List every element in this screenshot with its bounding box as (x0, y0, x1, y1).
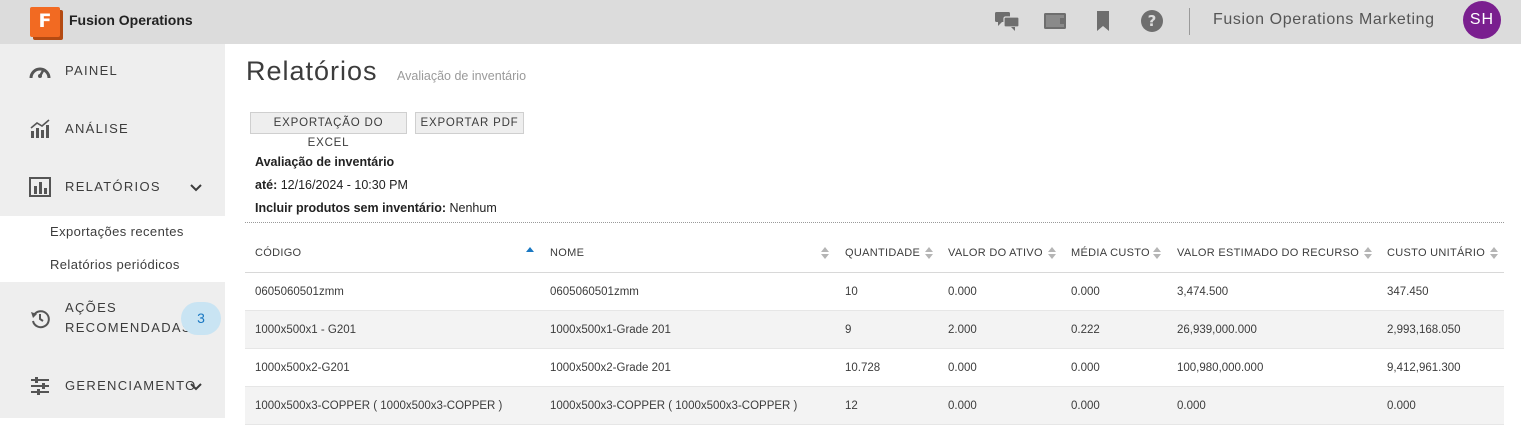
reports-submenu: Exportações recentes Relatórios periódic… (0, 216, 225, 282)
header-quantidade[interactable]: QUANTIDADE (845, 234, 920, 272)
header-valor-do-ativo[interactable]: VALOR DO ATIVO (948, 234, 1043, 272)
header-media-custo[interactable]: MÉDIA CUSTO (1071, 234, 1150, 272)
chevron-down-icon[interactable] (189, 181, 203, 195)
report-name-label: Avaliação de inventário (255, 155, 395, 169)
cell-media-custo: 0.000 (1071, 362, 1100, 374)
table-header-row: CÓDIGO NOME QUANTIDADE VALOR DO ATIVO MÉ… (245, 234, 1504, 273)
header-codigo[interactable]: CÓDIGO (255, 234, 301, 272)
sort-icon[interactable] (821, 246, 829, 260)
sidebar-item-label: GERENCIAMENTO (65, 378, 197, 393)
subnav-recent-exports[interactable]: Exportações recentes (50, 224, 184, 239)
organization-name[interactable]: Fusion Operations Marketing (1213, 11, 1435, 29)
cell-valor-do-ativo: 2.000 (948, 324, 977, 336)
cell-quantidade: 10 (845, 286, 858, 298)
cell-nome: 1000x500x3-COPPER ( 1000x500x3-COPPER ) (550, 400, 798, 412)
app-title[interactable]: Fusion Operations (69, 12, 193, 28)
main-content: Relatórios Avaliação de inventário EXPOR… (225, 44, 1521, 425)
sidebar-item-label: AÇÕES (65, 300, 118, 315)
export-pdf-button[interactable]: EXPORTAR PDF (415, 112, 524, 134)
header-valor-estimado-do-recurso[interactable]: VALOR ESTIMADO DO RECURSO (1177, 234, 1359, 272)
help-icon[interactable]: ? (1139, 9, 1165, 33)
cell-valor-estimado: 3,474.500 (1177, 286, 1229, 298)
sidebar-item-label: PAINEL (65, 63, 119, 78)
app-logo[interactable]: F (30, 7, 60, 37)
cell-quantidade: 9 (845, 324, 852, 336)
cell-codigo: 1000x500x3-COPPER ( 1000x500x3-COPPER ) (255, 400, 503, 412)
cell-codigo: 0605060501zmm (255, 286, 344, 298)
topbar-divider (1189, 8, 1190, 35)
cell-valor-do-ativo: 0.000 (948, 362, 977, 374)
chevron-down-icon[interactable] (189, 380, 203, 394)
cell-valor-estimado: 0.000 (1177, 400, 1206, 412)
sidebar-item-label: RELATÓRIOS (65, 179, 161, 194)
sidebar-item-relatorios[interactable]: RELATÓRIOS (0, 176, 225, 198)
sort-ascending-icon[interactable] (526, 246, 534, 260)
cell-quantidade: 10.728 (845, 362, 881, 374)
report-name: Avaliação de inventário (255, 155, 394, 169)
cell-media-custo: 0.222 (1071, 324, 1100, 336)
cell-custo-unitario: 347.450 (1387, 286, 1429, 298)
cell-codigo: 1000x500x1 - G201 (255, 324, 357, 336)
sort-icon[interactable] (1153, 246, 1161, 260)
table-row[interactable]: 1000x500x3-COPPER ( 1000x500x3-COPPER ) … (245, 387, 1504, 425)
inventory-table: CÓDIGO NOME QUANTIDADE VALOR DO ATIVO MÉ… (245, 234, 1504, 425)
bookmark-icon[interactable] (1090, 9, 1116, 33)
sidebar-item-gerenciamento[interactable]: GERENCIAMENTO (0, 375, 225, 397)
sort-icon[interactable] (925, 246, 933, 260)
sort-icon[interactable] (1490, 246, 1498, 260)
include-value: Nenhum (449, 201, 497, 215)
sliders-icon (29, 375, 51, 397)
report-until: até: 12/16/2024 - 10:30 PM (255, 178, 408, 192)
sidebar: PAINEL ANÁLISE RELATÓRIOS Exportações re… (0, 44, 225, 418)
sort-icon[interactable] (1364, 246, 1372, 260)
sidebar-item-label: ANÁLISE (65, 121, 130, 136)
cell-valor-estimado: 26,939,000.000 (1177, 324, 1257, 336)
page-title: Relatórios (246, 56, 378, 86)
header-nome[interactable]: NOME (550, 234, 584, 272)
until-label: até: (255, 178, 278, 192)
sort-icon[interactable] (1048, 246, 1056, 260)
analytics-chart-icon (29, 118, 51, 140)
cell-media-custo: 0.000 (1071, 286, 1100, 298)
cell-media-custo: 0.000 (1071, 400, 1100, 412)
cell-valor-estimado: 100,980,000.000 (1177, 362, 1264, 374)
dashboard-gauge-icon (29, 60, 51, 82)
cell-codigo: 1000x500x2-G201 (255, 362, 350, 374)
cell-valor-do-ativo: 0.000 (948, 286, 977, 298)
report-include-option: Incluir produtos sem inventário: Nenhum (255, 201, 497, 215)
sidebar-item-painel[interactable]: PAINEL (0, 60, 225, 82)
table-row[interactable]: 1000x500x2-G201 1000x500x2-Grade 201 10.… (245, 349, 1504, 387)
history-clock-icon (29, 308, 51, 330)
subnav-periodic-reports[interactable]: Relatórios periódicos (50, 257, 180, 272)
cell-custo-unitario: 2,993,168.050 (1387, 324, 1461, 336)
page-subtitle: Avaliação de inventário (397, 69, 527, 83)
cell-custo-unitario: 9,412,961.300 (1387, 362, 1461, 374)
export-excel-button[interactable]: EXPORTAÇÃO DO EXCEL (250, 112, 407, 149)
table-row[interactable]: 0605060501zmm 0605060501zmm 10 0.000 0.0… (245, 273, 1504, 311)
until-value: 12/16/2024 - 10:30 PM (280, 178, 408, 192)
cell-custo-unitario: 0.000 (1387, 400, 1416, 412)
recommended-actions-count-badge[interactable]: 3 (181, 302, 221, 335)
reports-bar-icon (29, 176, 51, 198)
cell-nome: 1000x500x2-Grade 201 (550, 362, 671, 374)
cell-valor-do-ativo: 0.000 (948, 400, 977, 412)
header-custo-unitario[interactable]: CUSTO UNITÁRIO (1387, 234, 1485, 272)
cell-quantidade: 12 (845, 400, 858, 412)
svg-text:?: ? (1148, 12, 1157, 30)
sidebar-item-analise[interactable]: ANÁLISE (0, 118, 225, 140)
table-row[interactable]: 1000x500x1 - G201 1000x500x1-Grade 201 9… (245, 311, 1504, 349)
video-icon[interactable] (1042, 9, 1068, 33)
cell-nome: 1000x500x1-Grade 201 (550, 324, 671, 336)
top-bar: F Fusion Operations ? Fusion Operations … (0, 0, 1521, 44)
cell-nome: 0605060501zmm (550, 286, 639, 298)
sidebar-item-label-line2: RECOMENDADAS (65, 320, 192, 335)
include-label: Incluir produtos sem inventário: (255, 201, 446, 215)
chat-icon[interactable] (994, 9, 1020, 33)
user-avatar[interactable]: SH (1463, 1, 1501, 39)
section-divider (245, 222, 1504, 223)
